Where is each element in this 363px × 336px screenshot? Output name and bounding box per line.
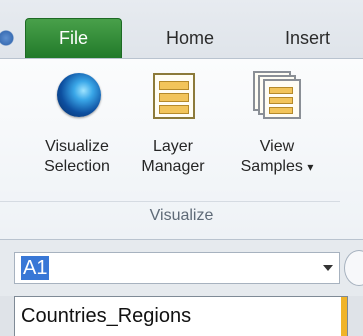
group-separator [0, 201, 340, 202]
dropdown-arrow-icon[interactable] [323, 265, 333, 271]
layer-manager-button[interactable]: Layer Manager [128, 69, 218, 177]
globe-icon [51, 69, 103, 121]
visualize-selection-label: Visualize Selection [44, 138, 110, 175]
tab-home[interactable]: Home [140, 18, 240, 58]
name-box-value: A1 [21, 256, 50, 280]
name-box-input[interactable]: A1 [14, 252, 340, 284]
formula-button-edge[interactable] [344, 250, 363, 286]
name-box-row: A1 [0, 240, 363, 296]
layer-manager-label: Layer Manager [141, 138, 205, 175]
view-samples-icon [251, 69, 303, 121]
view-samples-button[interactable]: View Samples ▾ [232, 69, 322, 177]
tab-insert[interactable]: Insert [265, 18, 363, 58]
list-item[interactable]: Countries_Regions [17, 299, 345, 333]
name-dropdown-list: Countries_Regions [14, 296, 348, 336]
app-orb-edge [0, 22, 22, 54]
ribbon-tab-strip: File Home Insert [0, 0, 363, 58]
visualize-selection-button[interactable]: Visualize Selection [32, 69, 122, 177]
ribbon-panel: Visualize Selection Layer Manager View S… [0, 58, 363, 240]
list-scroll-accent [341, 297, 347, 336]
layer-manager-icon [147, 69, 199, 121]
view-samples-label: View Samples ▾ [240, 138, 314, 175]
group-label-visualize: Visualize [149, 207, 214, 224]
tab-file[interactable]: File [25, 18, 122, 58]
chevron-down-icon[interactable]: ▾ [307, 160, 313, 174]
